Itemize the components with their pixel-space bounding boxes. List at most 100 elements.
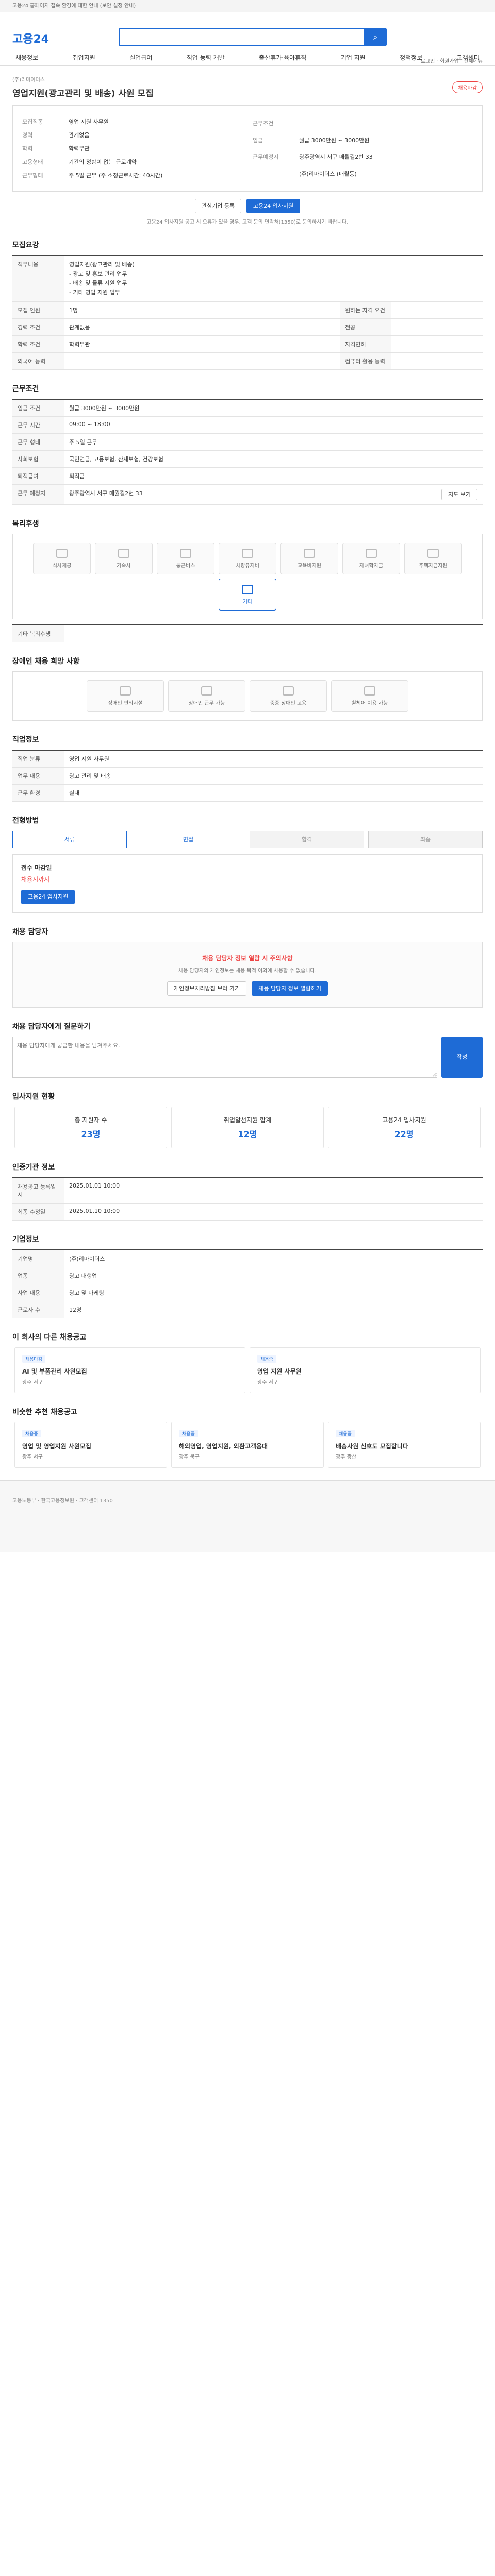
manager-desc: 채용 담당자의 개인정보는 채용 목적 이외에 사용할 수 없습니다. (178, 968, 317, 974)
tile-label: 통근버스 (176, 563, 195, 569)
disclaimer: 고용24 입사지원 공고 시 오류가 있을 경우, 고객 문의 연락처(1350… (146, 219, 349, 225)
row-label: 근무 환경 (12, 784, 64, 802)
row-label: 컴퓨터 활용 능력 (340, 352, 392, 370)
process-step: 최종 (368, 831, 483, 848)
cert-table: 채용공고 등록일시 2025.01.01 10:00 최종 수정일 2025.01.1… (12, 1177, 483, 1221)
summary-value: 주 5일 근무 (주 소정근로시간: 40시간) (69, 172, 163, 179)
row-label: 근무 형태 (12, 433, 64, 451)
card-tag: 채용중 (22, 1430, 41, 1437)
summary-label: 경력 (22, 132, 33, 139)
question-input[interactable] (12, 1037, 437, 1078)
topbar-notice: 고용24 홈페이지 접속 환경에 대한 안내 (보안 설정 안내) (0, 0, 495, 12)
row-value: 실내 (64, 784, 483, 802)
summary-value: 기간의 정함이 없는 근로계약 (69, 159, 137, 165)
similar-cards: 채용중 영업 및 영업지원 사원모집 광주 서구 채용중 해외영업, 영업지원, 외환고… (12, 1422, 483, 1468)
summary-value: (주)리마이더스 (매월동) (299, 170, 357, 177)
job-card[interactable]: 채용중 배송사원 신호도 모집합니다 광주 광산 (328, 1422, 481, 1468)
manager-section: 채용 담당자 채용 담당자 정보 열람 시 주의사항 채용 담당자의 개인정보는… (12, 926, 483, 1008)
tile-item: 장애인 편의시설 (87, 680, 164, 712)
summary-value: 영업 지원 사무원 (69, 118, 109, 125)
row-label: 채용공고 등록일시 (12, 1178, 64, 1204)
tile-item: 차량유지비 (219, 543, 276, 574)
company-name: (주)리마이더스 (12, 77, 45, 83)
manager-notice: 채용 담당자 정보 열람 시 주의사항 (202, 955, 293, 962)
gnb-item[interactable]: 기업 지원 (338, 50, 369, 65)
disabled-tiles: 장애인 편의시설 장애인 근무 가능 중증 장애인 고용 휠체어 이용 가능 (12, 671, 483, 721)
job-info-section: 직업정보 직업 분류 영업 지원 사무원 업무 내용 광고 관리 및 배송 근무 환경 실… (12, 734, 483, 802)
stat-value: 22명 (394, 1129, 414, 1139)
section-title: 복리후생 (12, 520, 39, 528)
privacy-policy-button[interactable]: 개인정보처리방침 보러 가기 (167, 981, 247, 996)
table-row: 사업 내용 광고 및 마케팅 (12, 1284, 483, 1301)
row-label: 자격면허 (340, 335, 392, 353)
table-row: 업무 내용 광고 관리 및 배송 (12, 767, 483, 785)
row-label: 퇴직급여 (12, 467, 64, 485)
apply-method-button[interactable]: 고용24 입사지원 (21, 890, 75, 904)
gnb-item[interactable]: 고객센터 (454, 50, 483, 65)
tile-icon (427, 548, 439, 558)
tile-label: 주택자금지원 (419, 563, 448, 569)
row-value: 광고 관리 및 배송 (64, 767, 483, 785)
tile-label: 교육비지원 (298, 563, 321, 569)
tile-item: 중증 장애인 고용 (250, 680, 327, 712)
map-button[interactable]: 지도 보기 (441, 489, 477, 500)
row-label: 기업명 (12, 1250, 64, 1267)
row-label: 외국어 능력 (12, 352, 64, 370)
summary-value: 관계없음 (69, 132, 90, 139)
tile-label: 자녀학자금 (359, 563, 383, 569)
row-label: 업종 (12, 1267, 64, 1284)
tile-label: 중증 장애인 고용 (270, 700, 307, 706)
search-box[interactable]: ⌕ (119, 28, 387, 46)
search-icon[interactable]: ⌕ (364, 28, 387, 46)
company-table: 기업명 (주)리마이더스 업종 광고 대행업 사업 내용 광고 및 마케팅 근로자 수 12명 (12, 1249, 483, 1318)
job-card[interactable]: 채용마감 AI 및 부품관리 사원모집 광주 서구 (14, 1347, 245, 1393)
related-cards: 채용마감 AI 및 부품관리 사원모집 광주 서구 채용중 영업 지원 사무원 광주 서구 (12, 1347, 483, 1393)
stat-item: 취업알선지원 합계 12명 (171, 1107, 324, 1148)
card-title: 영업 및 영업지원 사원모집 (22, 1443, 91, 1450)
row-label: 학력 조건 (12, 335, 64, 353)
conditions-table: 임금 조건 월급 3000만원 ~ 3000만원 근무 시간 09:00 ~ 18:0… (12, 399, 483, 505)
tile-item: 기타 (219, 579, 276, 611)
apply-button[interactable]: 고용24 입사지원 (246, 199, 301, 213)
tile-label: 식사제공 (52, 563, 72, 569)
job-card[interactable]: 채용중 해외영업, 영업지원, 외환고객응대 광주 북구 (171, 1422, 324, 1468)
tile-item: 주택자금지원 (404, 543, 462, 574)
table-row: 기업명 (주)리마이더스 (12, 1250, 483, 1267)
job-card[interactable]: 채용중 영업 및 영업지원 사원모집 광주 서구 (14, 1422, 167, 1468)
card-tag: 채용중 (179, 1430, 198, 1437)
row-value: 2025.01.10 10:00 (64, 1203, 483, 1221)
gnb-item[interactable]: 정책정보 (397, 50, 425, 65)
row-value: 월급 3000만원 ~ 3000만원 (64, 399, 483, 417)
submit-question-button[interactable]: 작성 (441, 1037, 483, 1078)
card-location: 광주 서구 (257, 1380, 278, 1385)
view-manager-button[interactable]: 채용 담당자 정보 열람하기 (252, 981, 328, 996)
interest-company-button[interactable]: 관심기업 등록 (194, 199, 242, 213)
tile-label: 기타 (242, 599, 253, 605)
tile-item: 자녀학자금 (342, 543, 400, 574)
stats-row: 총 지원자 수 23명 취업알선지원 합계 12명 고용24 입사지원 22명 (12, 1107, 483, 1148)
tile-icon (242, 548, 253, 558)
table-row: 근무 형태 주 5일 근무 (12, 433, 483, 451)
row-value: 관계없음 (64, 318, 340, 336)
table-row: 근무 환경 실내 (12, 784, 483, 802)
job-card[interactable]: 채용중 영업 지원 사무원 광주 서구 (250, 1347, 481, 1393)
gnb-item[interactable]: 실업급여 (126, 50, 155, 65)
section-title: 근무조건 (12, 385, 39, 393)
logo[interactable]: 고용24 (12, 30, 49, 46)
table-row: 근무 시간 09:00 ~ 18:00 (12, 416, 483, 434)
table-row: 임금 조건 월급 3000만원 ~ 3000만원 (12, 399, 483, 417)
gnb-item[interactable]: 채용정보 (12, 50, 41, 65)
gnb-item[interactable]: 출산휴가·육아휴직 (256, 50, 309, 65)
apply-info-box: 접수 마감일 채용시까지 고용24 입사지원 (12, 854, 483, 913)
row-value: 학력무관 (64, 335, 340, 353)
gnb-item[interactable]: 취업지원 (70, 50, 98, 65)
table-row: 채용공고 등록일시 2025.01.01 10:00 (12, 1178, 483, 1204)
disabled-section: 장애인 채용 희망 사항 장애인 편의시설 장애인 근무 가능 중증 장애인 고용 휠… (12, 656, 483, 721)
tile-label: 차량유지비 (236, 563, 259, 569)
row-value (391, 335, 483, 353)
summary-label: 근무조건 (253, 120, 274, 127)
summary-value: 월급 3000만원 ~ 3000만원 (299, 137, 370, 144)
gnb-item[interactable]: 직업 능력 개발 (184, 50, 228, 65)
related-section: 이 회사의 다른 채용공고 채용마감 AI 및 부품관리 사원모집 광주 서구 채용중… (12, 1332, 483, 1393)
card-title: 해외영업, 영업지원, 외환고객응대 (179, 1443, 268, 1450)
